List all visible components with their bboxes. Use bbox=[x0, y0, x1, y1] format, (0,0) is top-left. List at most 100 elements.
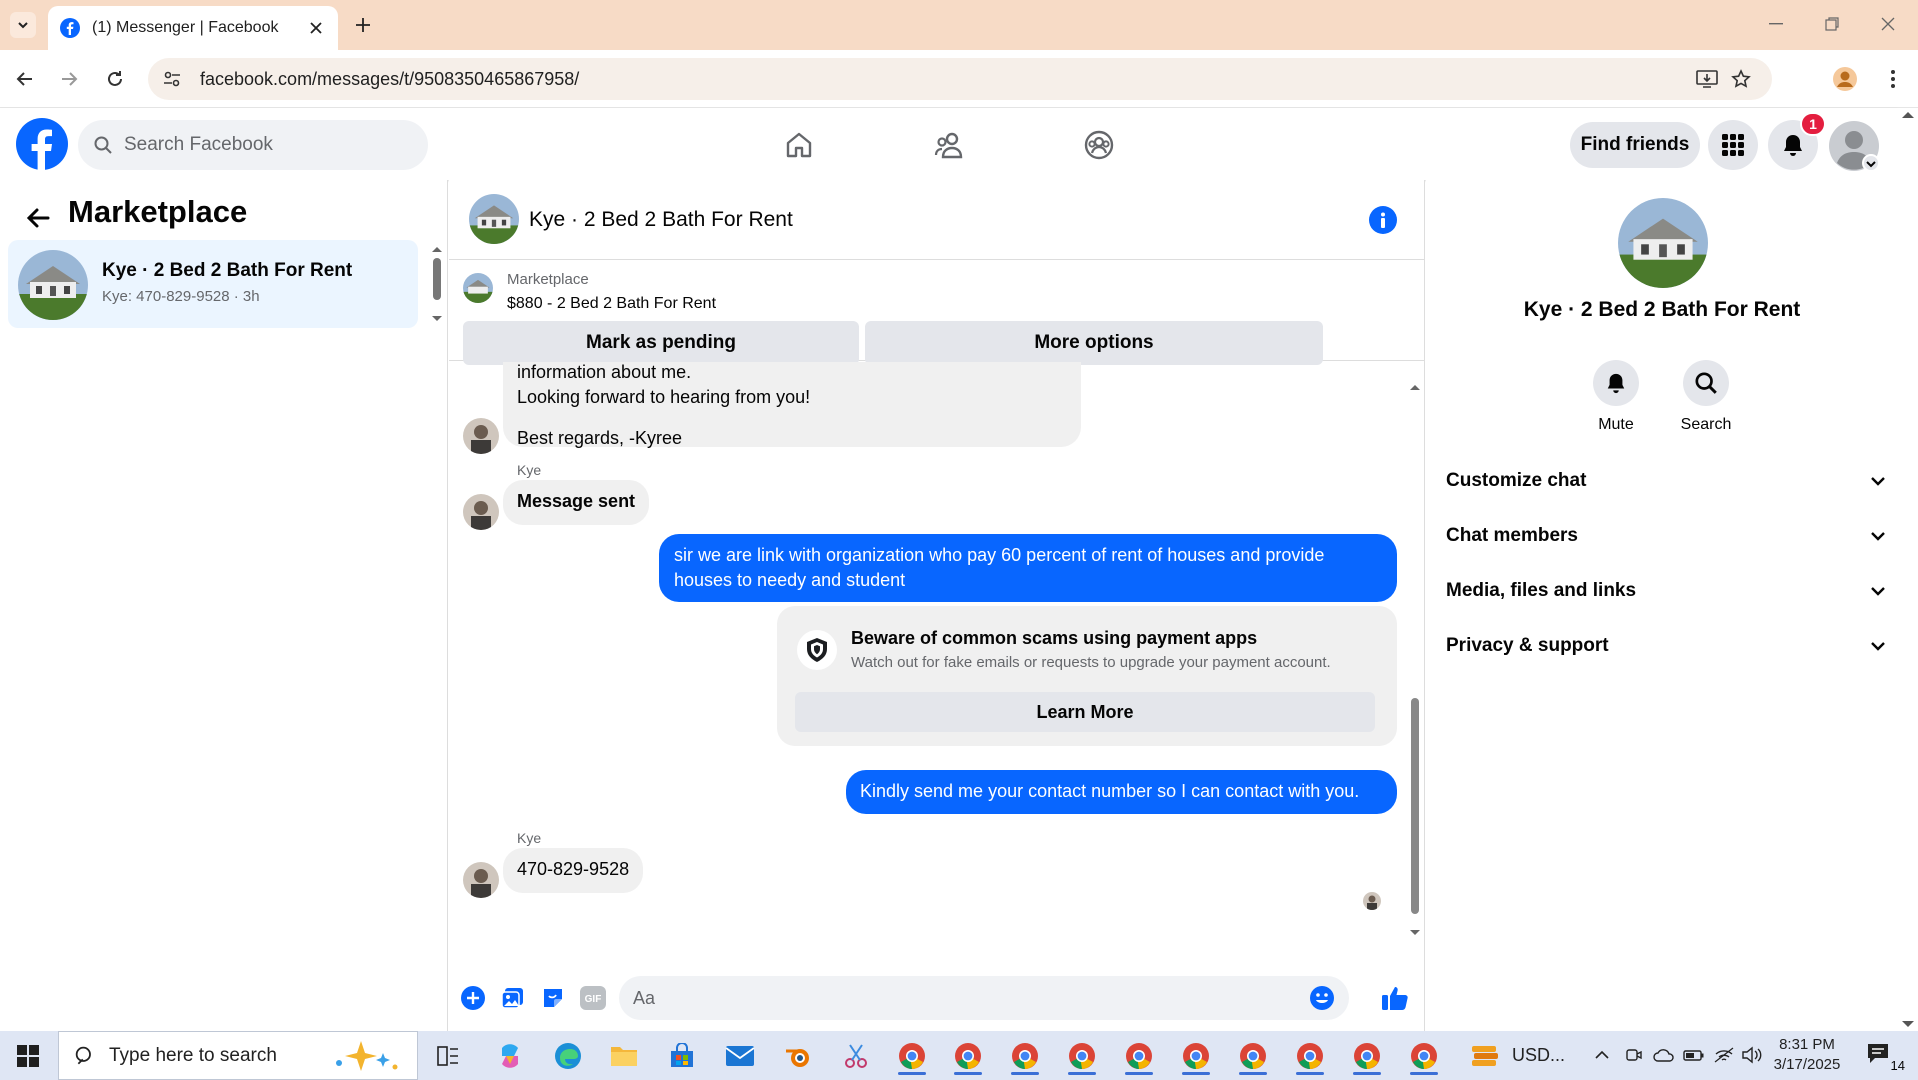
show-hidden-icons-chevron-up-icon[interactable] bbox=[1590, 1043, 1614, 1067]
chat-profile-photo[interactable] bbox=[1618, 198, 1708, 288]
taskbar-search-box[interactable]: Type here to search bbox=[58, 1031, 418, 1080]
find-friends-button[interactable]: Find friends bbox=[1570, 122, 1700, 168]
mark-as-pending-button[interactable]: Mark as pending bbox=[463, 321, 859, 365]
home-nav-button[interactable] bbox=[776, 122, 822, 168]
chrome-window-icon[interactable] bbox=[1347, 1037, 1387, 1075]
more-actions-icon[interactable] bbox=[457, 982, 489, 1014]
conversation-list-item[interactable]: Kye · 2 Bed 2 Bath For Rent Kye: 470-829… bbox=[8, 240, 418, 328]
read-receipt-avatar bbox=[1363, 892, 1381, 910]
marketplace-inbox-panel: Marketplace Kye · 2 Bed 2 Bath For Rent … bbox=[0, 180, 448, 1031]
browser-tab-messenger[interactable]: (1) Messenger | Facebook bbox=[48, 6, 338, 50]
camera-tray-icon[interactable] bbox=[1622, 1043, 1646, 1067]
profile-button[interactable] bbox=[1828, 62, 1862, 96]
battery-icon[interactable] bbox=[1682, 1043, 1706, 1067]
browser-menu-button[interactable] bbox=[1876, 62, 1910, 96]
sender-avatar[interactable] bbox=[463, 862, 499, 898]
gif-icon[interactable]: GIF bbox=[577, 982, 609, 1014]
chat-scrollbar[interactable] bbox=[1407, 380, 1423, 940]
media-files-links-section[interactable]: Media, files and links bbox=[1446, 566, 1886, 616]
new-tab-button[interactable] bbox=[350, 12, 376, 38]
plus-icon bbox=[356, 18, 370, 32]
start-button[interactable] bbox=[0, 1031, 56, 1080]
conversation-info-icon[interactable] bbox=[1369, 206, 1397, 234]
blender-icon[interactable] bbox=[778, 1037, 818, 1075]
message-thread: information about me. Looking forward to… bbox=[449, 362, 1425, 942]
arrow-left-icon bbox=[16, 72, 32, 86]
file-explorer-icon[interactable] bbox=[604, 1037, 644, 1075]
outgoing-message[interactable]: Kindly send me your contact number so I … bbox=[846, 770, 1397, 814]
chat-details-panel: Kye · 2 Bed 2 Bath For Rent Mute Search … bbox=[1426, 180, 1898, 1031]
volume-icon[interactable] bbox=[1740, 1043, 1764, 1067]
chat-members-section[interactable]: Chat members bbox=[1446, 511, 1886, 561]
onedrive-cloud-icon[interactable] bbox=[1652, 1043, 1676, 1067]
search-highlight-icon bbox=[336, 1040, 398, 1071]
sender-avatar[interactable] bbox=[463, 494, 499, 530]
facebook-logo-icon[interactable] bbox=[16, 118, 68, 170]
outgoing-message[interactable]: sir we are link with organization who pa… bbox=[659, 534, 1397, 602]
chat-title[interactable]: Kye · 2 Bed 2 Bath For Rent bbox=[529, 208, 793, 232]
site-info-icon[interactable] bbox=[162, 69, 182, 89]
mail-icon[interactable] bbox=[720, 1037, 760, 1075]
currency-widget[interactable]: USD... bbox=[1470, 1031, 1565, 1080]
chrome-window-icon[interactable] bbox=[1119, 1037, 1159, 1075]
close-window-button[interactable] bbox=[1860, 0, 1916, 48]
emoji-icon[interactable] bbox=[1309, 985, 1335, 1011]
close-tab-icon[interactable] bbox=[306, 18, 326, 38]
facebook-search-input[interactable]: Search Facebook bbox=[78, 120, 428, 170]
groups-nav-button[interactable] bbox=[1076, 122, 1122, 168]
attach-photo-icon[interactable] bbox=[497, 982, 529, 1014]
microsoft-store-icon[interactable] bbox=[662, 1037, 702, 1075]
sender-name: Kye bbox=[517, 462, 542, 478]
page-scrollbar[interactable] bbox=[1898, 108, 1918, 1031]
menu-button[interactable] bbox=[1708, 120, 1758, 170]
friends-nav-button[interactable] bbox=[926, 122, 972, 168]
install-app-icon[interactable] bbox=[1690, 62, 1724, 96]
more-options-button[interactable]: More options bbox=[865, 321, 1323, 365]
copilot-icon[interactable] bbox=[490, 1037, 530, 1075]
sender-avatar[interactable] bbox=[463, 418, 499, 454]
tab-search-button[interactable] bbox=[10, 12, 36, 38]
chrome-window-icon[interactable] bbox=[1176, 1037, 1216, 1075]
incoming-message[interactable]: information about me. Looking forward to… bbox=[503, 362, 1081, 448]
task-view-icon[interactable] bbox=[428, 1037, 468, 1075]
chrome-window-icon[interactable] bbox=[892, 1037, 932, 1075]
mute-action-button[interactable]: Mute bbox=[1576, 360, 1656, 434]
notification-center-button[interactable]: 14 bbox=[1864, 1039, 1908, 1073]
chrome-window-icon[interactable] bbox=[1233, 1037, 1273, 1075]
chat-avatar[interactable] bbox=[469, 194, 519, 244]
incoming-message[interactable]: Message sent bbox=[503, 480, 650, 525]
edge-browser-icon[interactable] bbox=[548, 1037, 588, 1075]
listing-thumbnail[interactable] bbox=[463, 273, 493, 303]
account-avatar-button[interactable] bbox=[1828, 120, 1880, 172]
back-to-inbox-button[interactable] bbox=[22, 202, 54, 234]
list-scrollbar[interactable] bbox=[428, 244, 446, 324]
incoming-message[interactable]: 470-829-9528 bbox=[503, 848, 644, 893]
privacy-support-section[interactable]: Privacy & support bbox=[1446, 621, 1886, 671]
forward-button[interactable] bbox=[52, 62, 86, 96]
customize-chat-section[interactable]: Customize chat bbox=[1446, 456, 1886, 506]
chrome-window-icon[interactable] bbox=[1404, 1037, 1444, 1075]
learn-more-button[interactable]: Learn More bbox=[795, 692, 1375, 732]
chrome-window-icon[interactable] bbox=[948, 1037, 988, 1075]
chrome-window-icon[interactable] bbox=[1005, 1037, 1045, 1075]
reload-button[interactable] bbox=[98, 62, 132, 96]
wifi-icon[interactable] bbox=[1712, 1043, 1736, 1067]
like-thumbs-up-icon[interactable] bbox=[1379, 982, 1411, 1014]
home-icon bbox=[786, 132, 812, 158]
restore-window-button[interactable] bbox=[1804, 0, 1860, 48]
taskbar-clock[interactable]: 8:31 PM 3/17/2025 bbox=[1764, 1035, 1850, 1075]
chrome-window-icon[interactable] bbox=[1290, 1037, 1330, 1075]
clock-date: 3/17/2025 bbox=[1773, 1056, 1841, 1073]
back-button[interactable] bbox=[8, 62, 42, 96]
address-bar[interactable]: facebook.com/messages/t/9508350465867958… bbox=[148, 58, 1772, 100]
chrome-window-icon[interactable] bbox=[1062, 1037, 1102, 1075]
listing-title[interactable]: $880 - 2 Bed 2 Bath For Rent bbox=[507, 295, 716, 313]
sticker-icon[interactable] bbox=[537, 982, 569, 1014]
arrow-right-icon bbox=[62, 72, 78, 86]
search-action-button[interactable]: Search bbox=[1666, 360, 1746, 434]
message-input[interactable]: Aa bbox=[619, 976, 1349, 1020]
chevron-down-icon bbox=[1871, 642, 1885, 651]
bookmark-star-icon[interactable] bbox=[1724, 62, 1758, 96]
minimize-window-button[interactable] bbox=[1748, 0, 1804, 48]
snipping-tool-icon[interactable] bbox=[836, 1037, 876, 1075]
